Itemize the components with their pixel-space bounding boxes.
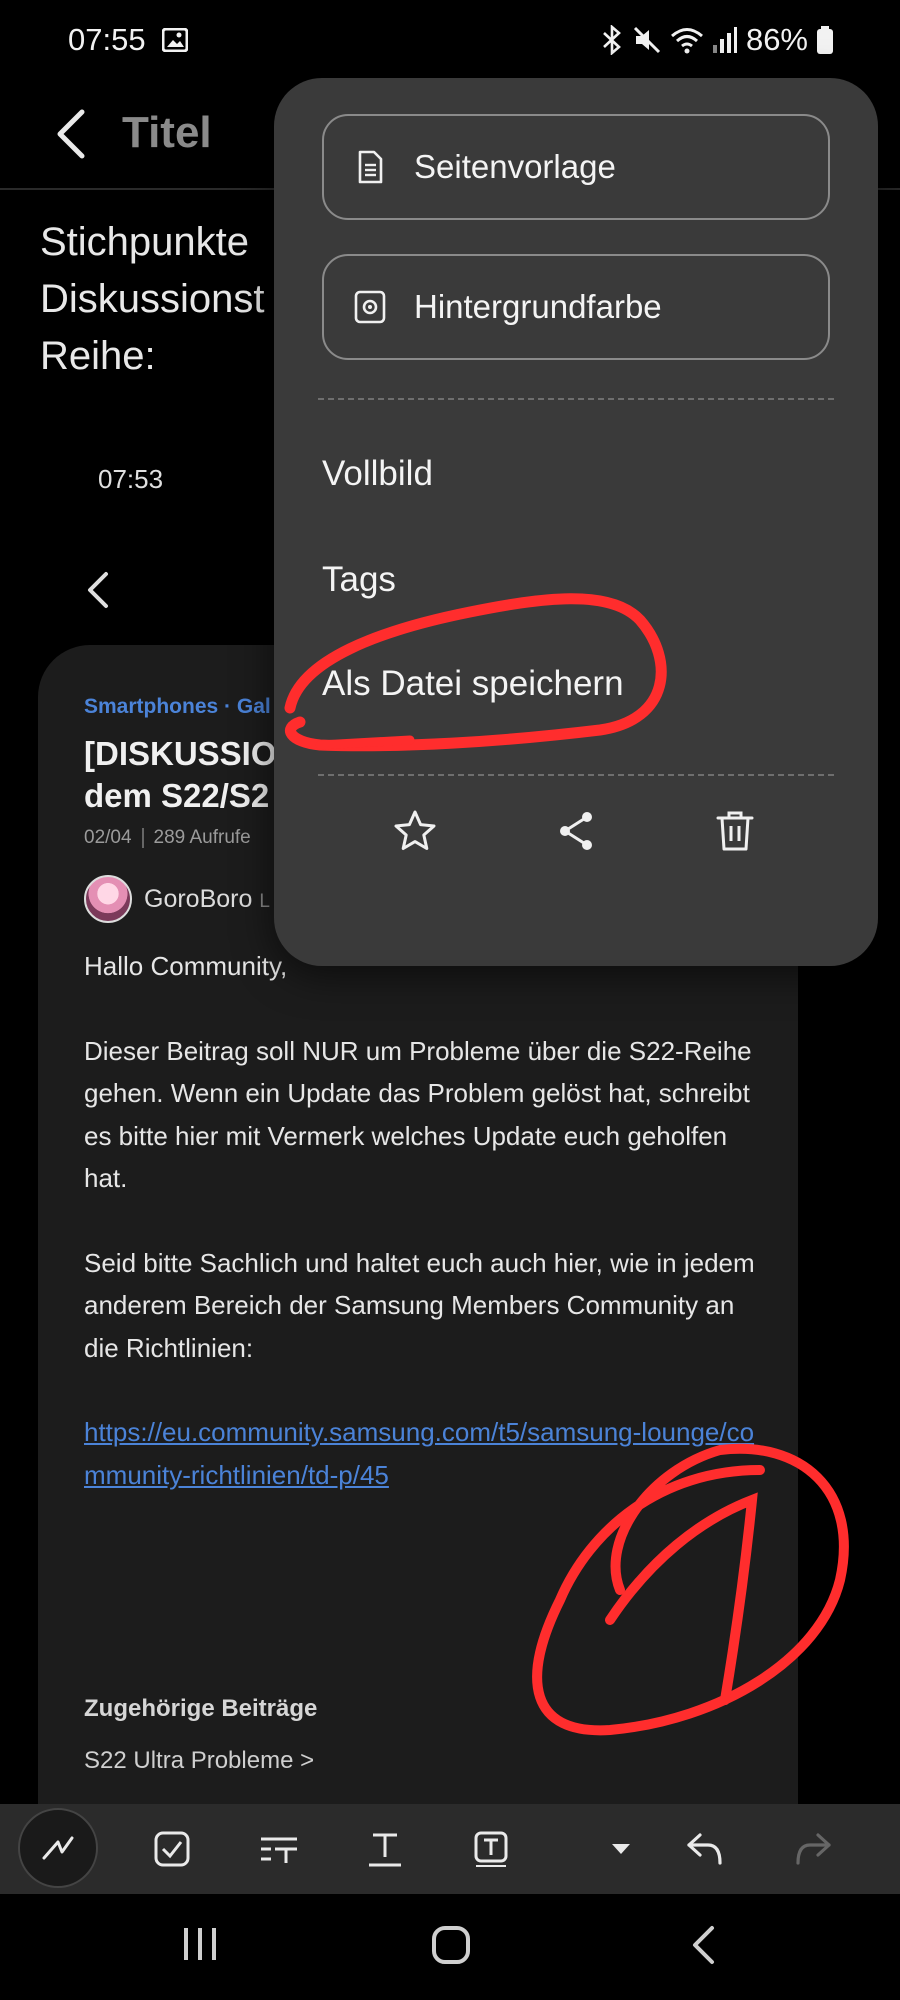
note-title[interactable]: Titel xyxy=(122,108,212,158)
author-name-row: GoroBoro L xyxy=(144,885,270,914)
more-options-menu: Seitenvorlage Hintergrundfarbe Vollbild … xyxy=(274,78,878,966)
post-date: 02/04 xyxy=(84,827,132,848)
related-posts-heading: Zugehörige Beiträge xyxy=(84,1695,318,1722)
palette-settings-icon xyxy=(354,290,386,324)
menu-divider xyxy=(318,398,834,400)
author-name: GoroBoro xyxy=(144,885,253,913)
embedded-status-time: 07:53 xyxy=(98,464,164,494)
trash-icon[interactable] xyxy=(712,808,758,854)
fullscreen-menu-item[interactable]: Vollbild xyxy=(322,454,433,494)
nav-back-icon[interactable] xyxy=(688,1924,718,1966)
signal-icon xyxy=(712,27,737,53)
pen-button[interactable] xyxy=(18,1808,98,1888)
bluetooth-icon xyxy=(603,25,621,55)
star-icon[interactable] xyxy=(392,808,438,854)
system-navigation-bar xyxy=(0,1894,900,2000)
post-paragraph: Dieser Beitrag soll NUR um Probleme über… xyxy=(84,1035,752,1194)
meta-separator xyxy=(141,827,144,848)
battery-percent: 86% xyxy=(745,22,808,57)
text-format-button[interactable] xyxy=(356,1820,414,1878)
editor-toolbar xyxy=(0,1804,900,1894)
tags-menu-item[interactable]: Tags xyxy=(322,560,396,600)
post-views: 289 Aufrufe xyxy=(153,827,251,848)
dropdown-icon xyxy=(612,1844,630,1854)
mute-icon xyxy=(633,26,661,54)
checkbox-button[interactable] xyxy=(143,1820,201,1878)
text-style-button[interactable] xyxy=(250,1820,308,1878)
post-meta: 02/04 289 Aufrufe xyxy=(84,827,251,849)
home-icon[interactable] xyxy=(430,1924,472,1966)
pen-icon xyxy=(42,1836,74,1860)
recents-icon[interactable] xyxy=(178,1924,222,1964)
menu-divider xyxy=(318,774,834,776)
page-template-button[interactable]: Seitenvorlage xyxy=(322,114,830,220)
document-icon xyxy=(358,150,383,184)
undo-icon xyxy=(687,1833,722,1865)
background-color-label: Hintergrundfarbe xyxy=(414,288,662,325)
undo-button[interactable] xyxy=(676,1820,734,1878)
page-template-label: Seitenvorlage xyxy=(414,148,616,185)
textbox-icon xyxy=(474,1831,508,1867)
text-format-icon xyxy=(369,1833,401,1867)
post-breadcrumb: Smartphones · Gal xyxy=(84,695,271,718)
redo-button[interactable] xyxy=(784,1820,842,1878)
author-avatar xyxy=(84,875,132,923)
redo-icon xyxy=(796,1833,831,1865)
post-paragraph: Seid bitte Sachlich und haltet euch auch… xyxy=(84,1247,755,1363)
post-text: Hallo Community, Dieser Beitrag soll NUR… xyxy=(84,945,764,1538)
author-level: L xyxy=(259,891,270,912)
guidelines-link: https://eu.community.samsung.com/t5/sams… xyxy=(84,1417,755,1490)
embedded-back-icon xyxy=(88,572,108,608)
text-style-icon xyxy=(261,1837,297,1863)
gallery-notification-icon xyxy=(162,28,188,52)
status-bar: 07:55 86% xyxy=(0,0,900,80)
battery-icon xyxy=(817,26,833,54)
status-icons: 86% xyxy=(600,22,834,58)
checkbox-icon xyxy=(154,1831,190,1867)
status-time: 07:55 xyxy=(68,22,146,57)
textbox-button[interactable] xyxy=(462,1820,520,1878)
related-post-item: S22 Ultra Probleme > xyxy=(84,1747,315,1774)
wifi-icon xyxy=(670,28,703,54)
share-icon[interactable] xyxy=(553,808,599,854)
save-as-file-menu-item[interactable]: Als Datei speichern xyxy=(322,664,624,704)
back-icon[interactable] xyxy=(48,104,96,164)
more-tools-button[interactable] xyxy=(592,1820,650,1878)
background-color-button[interactable]: Hintergrundfarbe xyxy=(322,254,830,360)
